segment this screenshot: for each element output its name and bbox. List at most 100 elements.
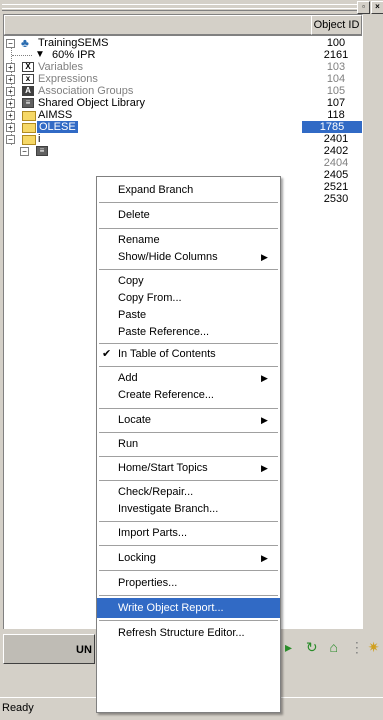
tree-row-child[interactable]: − ≡ 2402 [4, 145, 362, 157]
expand-icon[interactable]: + [6, 75, 15, 84]
menu-item-home-start-topics[interactable]: Home/Start Topics ▶ [97, 458, 280, 478]
menu-separator [99, 456, 278, 457]
menu-item-investigate-branch[interactable]: Investigate Branch... [97, 501, 280, 518]
menu-item-create-reference[interactable]: Create Reference... [97, 387, 280, 404]
expand-icon[interactable]: + [6, 99, 15, 108]
menu-separator [99, 432, 278, 433]
tree-row-expressions[interactable]: + x Expressions 104 [4, 73, 362, 85]
object-id-cell: 2521 [323, 181, 349, 193]
menu-item-add[interactable]: Add ▶ [97, 370, 280, 387]
forward-icon[interactable]: ▸ [285, 639, 292, 655]
menu-item-label: Write Object Report... [118, 602, 224, 614]
menu-item-check-repair[interactable]: Check/Repair... [97, 484, 280, 501]
menu-item-locking[interactable]: Locking ▶ [97, 548, 280, 568]
menu-item-label: Investigate Branch... [118, 503, 219, 515]
submenu-arrow-icon: ▶ [261, 463, 268, 473]
titlebar-grip-line [2, 8, 360, 9]
menu-separator [99, 269, 278, 270]
menu-item-locate[interactable]: Locate ▶ [97, 410, 280, 430]
submenu-arrow-icon: ▶ [261, 373, 268, 383]
object-id-cell: 2161 [323, 49, 349, 61]
menu-item-label: Expand Branch [118, 184, 194, 196]
menu-item-label: Locate [118, 414, 152, 426]
toolbar-button[interactable]: UN [3, 634, 95, 664]
menu-separator [99, 480, 278, 481]
tree-row-aimss[interactable]: + AIMSS 118 [4, 109, 362, 121]
object-id-cell: 105 [326, 85, 346, 97]
tree-row-association-groups[interactable]: + A Association Groups 105 [4, 85, 362, 97]
expand-icon[interactable]: + [6, 111, 15, 120]
menu-separator [99, 366, 278, 367]
menu-item-label: Paste Reference... [118, 326, 210, 338]
document-icon: ≡ [36, 146, 48, 156]
menu-item-expand-branch[interactable]: Expand Branch [97, 180, 280, 200]
menu-item-paste[interactable]: Paste [97, 307, 280, 324]
menu-item-import-parts[interactable]: Import Parts... [97, 523, 280, 543]
submenu-arrow-icon: ▶ [261, 553, 268, 563]
menu-item-label: Refresh Structure Editor... [118, 627, 245, 639]
menu-item-label: Copy From... [118, 292, 182, 304]
object-id-cell: 2404 [323, 157, 349, 169]
tree-row-variables[interactable]: + X Variables 103 [4, 61, 362, 73]
redo-icon[interactable]: ↻ [306, 639, 318, 655]
submenu-arrow-icon: ▶ [261, 252, 268, 262]
tree-row-folder[interactable]: − i 2401 [4, 133, 362, 145]
restore-icon[interactable]: ▫ [357, 1, 370, 14]
menu-item-refresh-structure-editor[interactable]: Refresh Structure Editor... [97, 623, 280, 643]
expand-icon[interactable]: + [6, 87, 15, 96]
menu-item-label: Import Parts... [118, 527, 188, 539]
menu-separator [99, 408, 278, 409]
object-id-cell: 103 [326, 61, 346, 73]
menu-item-copy-from[interactable]: Copy From... [97, 290, 280, 307]
tree-row-trainingsems[interactable]: − ♣ TrainingSEMS 100 [4, 37, 362, 49]
menu-item-properties[interactable]: Properties... [97, 573, 280, 593]
object-id-cell: 2402 [323, 145, 349, 157]
collapse-icon[interactable]: − [6, 39, 15, 48]
tree-label: Expressions [38, 73, 98, 85]
context-menu: Expand Branch Delete Rename Show/Hide Co… [96, 176, 281, 713]
tree-row-olese[interactable]: + OLESE 1785 [4, 121, 362, 133]
menu-item-copy[interactable]: Copy [97, 273, 280, 290]
menu-item-label: Create Reference... [118, 389, 214, 401]
menu-item-in-table-of-contents[interactable]: ✔ In Table of Contents [97, 344, 280, 364]
menu-item-label: Locking [118, 552, 156, 564]
menu-separator [99, 545, 278, 546]
menu-item-run[interactable]: Run [97, 434, 280, 454]
status-text: Ready [2, 702, 34, 714]
menu-separator [99, 202, 278, 203]
tree-label: 60% IPR [52, 49, 96, 61]
check-icon: ✔ [102, 348, 112, 360]
object-id-cell: 100 [326, 37, 346, 49]
folder-icon [22, 123, 36, 133]
menu-separator [99, 570, 278, 571]
folder-icon [22, 111, 36, 121]
menu-item-delete[interactable]: Delete [97, 205, 280, 225]
menu-item-label: Copy [118, 275, 144, 287]
submenu-arrow-icon: ▶ [261, 415, 268, 425]
object-id-cell: 2405 [323, 169, 349, 181]
expand-icon[interactable]: + [6, 63, 15, 72]
menu-item-rename[interactable]: Rename [97, 232, 280, 249]
star-icon[interactable]: ✷ [368, 639, 380, 655]
menu-item-label: Run [118, 438, 139, 450]
home-icon[interactable]: ⌂ [330, 639, 338, 655]
column-header-object-id[interactable]: Object ID [311, 15, 362, 35]
expand-icon[interactable]: + [6, 123, 15, 132]
tree-row-ipr[interactable]: ▼ 60% IPR 2161 [4, 49, 362, 61]
tree-label: Association Groups [38, 85, 134, 97]
toolbar-separator: ⋮ [349, 639, 364, 655]
close-icon[interactable]: × [371, 1, 383, 14]
tree-row-child[interactable]: 2404 [4, 157, 362, 169]
tree-row-shared-object-library[interactable]: + ≡ Shared Object Library 107 [4, 97, 362, 109]
project-tree-icon: ♣ [21, 36, 29, 50]
collapse-icon[interactable]: − [6, 135, 15, 144]
object-id-cell: 107 [326, 97, 346, 109]
column-header-name[interactable] [4, 15, 312, 35]
menu-item-label: Show/Hide Columns [118, 251, 218, 263]
menu-separator [99, 595, 278, 596]
collapse-icon[interactable]: − [20, 147, 29, 156]
menu-item-paste-reference[interactable]: Paste Reference... [97, 324, 280, 341]
menu-item-write-object-report[interactable]: Write Object Report... [97, 598, 280, 618]
menu-separator [99, 620, 278, 621]
menu-item-show-hide-columns[interactable]: Show/Hide Columns ▶ [97, 249, 280, 266]
